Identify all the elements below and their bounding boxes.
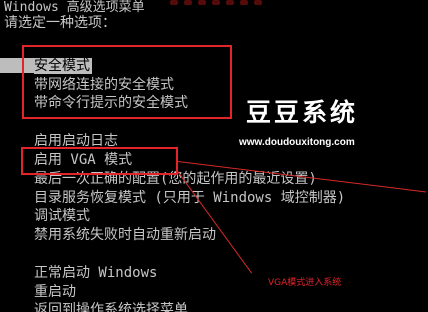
top-artifact-marks	[170, 0, 320, 8]
menu-item-return-to-os-menu[interactable]: 返回到操作系统选择菜单	[34, 302, 188, 312]
menu-prompt: 请选定一种选项：	[4, 15, 116, 31]
menu-item-disable-auto-restart[interactable]: 禁用系统失败时自动重新启动	[34, 227, 216, 243]
advanced-boot-options-screen: Windows 高级选项菜单 请选定一种选项： 安全模式 带网络连接的安全模式 …	[0, 0, 428, 312]
menu-item-reboot[interactable]: 重启动	[34, 284, 76, 300]
menu-item-debugging-mode[interactable]: 调试模式	[34, 208, 90, 224]
menu-item-directory-services-restore[interactable]: 目录服务恢复模式 (只用于 Windows 域控制器)	[34, 190, 345, 206]
watermark-brand: 豆豆系统	[246, 98, 359, 127]
vga-mode-highlight-box	[21, 147, 178, 175]
safe-mode-highlight-box	[22, 45, 232, 119]
watermark-url: www.doudouxitong.com	[239, 137, 355, 148]
menu-item-start-windows-normally[interactable]: 正常启动 Windows	[34, 265, 157, 281]
menu-title: Windows 高级选项菜单	[4, 0, 145, 15]
vga-annotation-label: VGA模式进入系统	[268, 278, 342, 288]
